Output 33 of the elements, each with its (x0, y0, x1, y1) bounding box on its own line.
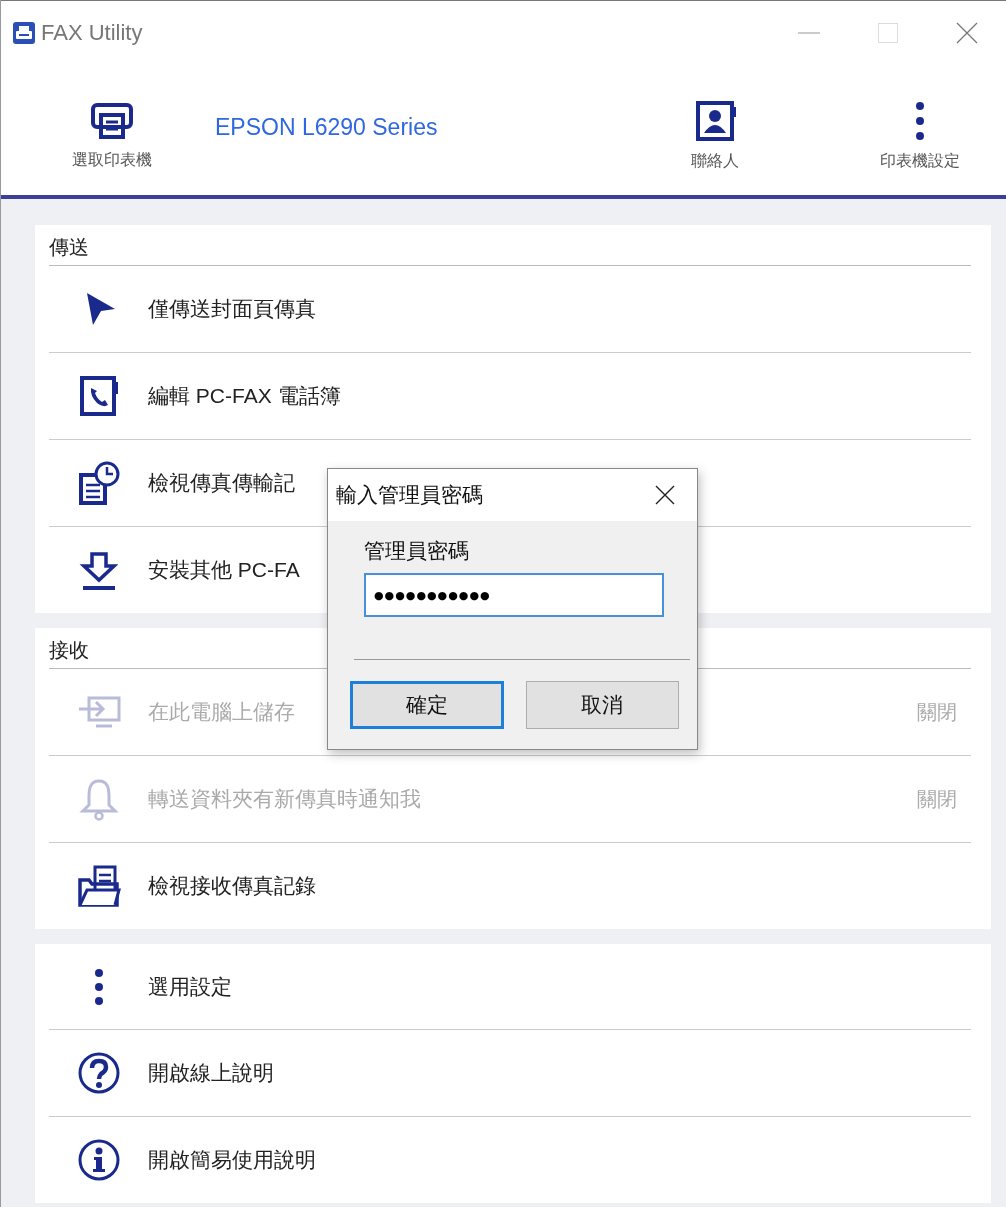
more-vertical-icon[interactable] (915, 101, 925, 141)
close-icon[interactable] (655, 485, 675, 505)
select-printer-label[interactable]: 選取印表機 (72, 150, 152, 171)
document-clock-icon (76, 461, 121, 505)
menu-item[interactable]: 選用設定 (148, 972, 232, 1001)
contact-card-icon[interactable] (693, 101, 737, 141)
info-icon (76, 1138, 121, 1182)
menu-item[interactable]: 檢視傳真傳輸記 (148, 469, 295, 497)
status-value: 關閉 (917, 786, 958, 812)
printer-name-link[interactable]: EPSON L6290 Series (215, 114, 438, 141)
password-field[interactable]: ●●●●●●●●●●● (364, 573, 664, 617)
menu-item[interactable]: 安裝其他 PC-FA (148, 556, 300, 584)
window-title: FAX Utility (41, 19, 143, 46)
status-value: 關閉 (917, 699, 958, 725)
help-icon (76, 1051, 121, 1095)
dialog-button[interactable]: 取消 (525, 681, 679, 729)
menu-item[interactable]: 編輯 PC-FAX 電話簿 (148, 382, 341, 410)
printer-icon[interactable] (90, 102, 134, 140)
bell-icon (76, 777, 121, 821)
menu-item[interactable]: 檢視接收傳真記錄 (148, 872, 316, 900)
contacts-label[interactable]: 聯絡人 (691, 151, 739, 172)
menu-item[interactable]: 開啟線上說明 (148, 1059, 274, 1087)
folder-document-icon (76, 864, 121, 908)
more-vertical-icon (93, 967, 104, 1006)
dialog-button[interactable]: 確定 (350, 681, 504, 729)
section-title: 接收 (49, 638, 89, 663)
printer-settings-label[interactable]: 印表機設定 (880, 151, 960, 172)
section-title: 傳送 (49, 235, 89, 260)
menu-item[interactable]: 開啟簡易使用說明 (148, 1146, 316, 1174)
fax-app-icon (13, 21, 35, 44)
menu-item[interactable]: 僅傳送封面頁傳真 (148, 295, 316, 323)
dialog-title: 輸入管理員密碼 (336, 482, 483, 508)
field-label: 管理員密碼 (364, 538, 470, 564)
